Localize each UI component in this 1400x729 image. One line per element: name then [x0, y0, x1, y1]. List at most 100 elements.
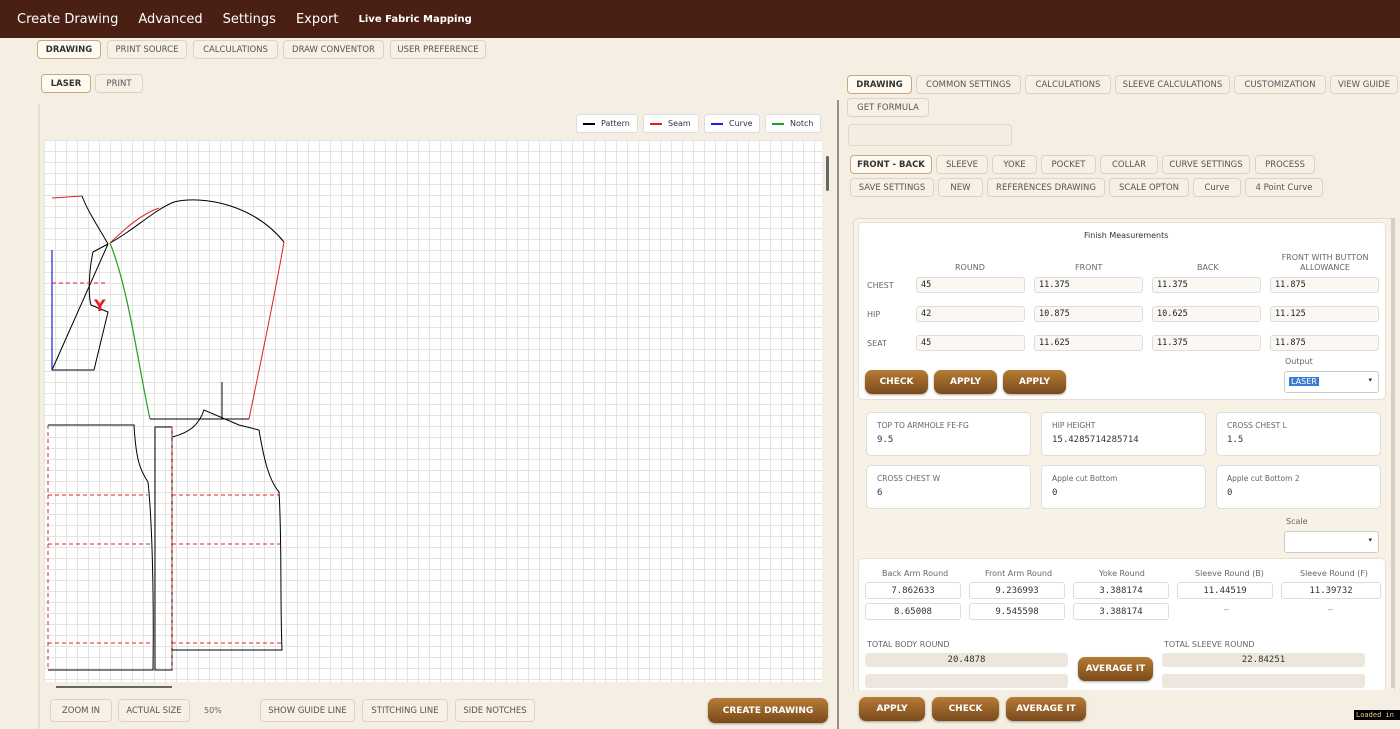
menu-export[interactable]: Export: [296, 12, 339, 27]
total-sleeve-round-label: TOTAL SLEEVE ROUND: [1164, 640, 1255, 649]
menu-advanced[interactable]: Advanced: [138, 12, 202, 27]
output-selected-value: LASER: [1289, 377, 1319, 386]
legend-pattern: Pattern: [576, 114, 638, 133]
subtab-4-point-curve[interactable]: 4 Point Curve: [1245, 178, 1323, 197]
subtab-save-settings[interactable]: SAVE SETTINGS: [850, 178, 934, 197]
menu-live-fabric-mapping[interactable]: Live Fabric Mapping: [359, 14, 472, 25]
side-notches-button[interactable]: SIDE NOTCHES: [455, 699, 535, 722]
card-apple-cut-bottom[interactable]: Apple cut Bottom 0: [1041, 465, 1206, 509]
subtab-pocket[interactable]: POCKET: [1041, 155, 1096, 174]
chest-front-input[interactable]: 11.375: [1034, 277, 1143, 293]
seat-round-input[interactable]: 45: [916, 335, 1025, 351]
card-apple-cut-bottom-2[interactable]: Apple cut Bottom 20: [1216, 465, 1381, 509]
tab-drawing[interactable]: DRAWING: [37, 40, 101, 59]
output-label: Output: [1285, 357, 1313, 366]
back-arm-round-value-2: 8.65008: [865, 603, 961, 620]
left-panel-border: [38, 104, 40, 729]
subtab-new[interactable]: NEW: [938, 178, 983, 197]
sleeve-round-b-value-1: 11.44519: [1177, 582, 1273, 599]
scale-select[interactable]: ▾: [1284, 531, 1379, 553]
hip-front-button-input[interactable]: 11.125: [1270, 306, 1379, 322]
header-back-arm-round: Back Arm Round: [882, 569, 949, 578]
right-tab-drawing[interactable]: DRAWING: [847, 75, 912, 94]
bottom-apply-button[interactable]: APPLY: [859, 697, 925, 721]
right-tab-customization[interactable]: CUSTOMIZATION: [1234, 75, 1326, 94]
card-cross-chest-w[interactable]: CROSS CHEST W6: [866, 465, 1031, 509]
chevron-down-icon: ▾: [1368, 536, 1372, 544]
subtab-curve[interactable]: Curve: [1193, 178, 1241, 197]
panel-splitter[interactable]: [837, 100, 839, 729]
seam-marker-y: Y: [93, 296, 106, 315]
vertical-scrollbar[interactable]: [826, 156, 829, 191]
row-label-hip: HIP: [867, 310, 881, 319]
yoke-round-value-2: 3.388174: [1073, 603, 1169, 620]
card-hip-height[interactable]: HIP HEIGHT 15.4285714285714: [1041, 412, 1206, 456]
show-guide-line-button[interactable]: SHOW GUIDE LINE: [260, 699, 355, 722]
tab-print-source[interactable]: PRINT SOURCE: [107, 40, 187, 59]
header-front-arm-round: Front Arm Round: [985, 569, 1053, 578]
front-arm-round-value-1: 9.236993: [969, 582, 1065, 599]
subtab-sleeve[interactable]: SLEEVE: [936, 155, 988, 174]
zoom-in-button[interactable]: ZOOM IN: [50, 699, 112, 722]
horizontal-scrollbar[interactable]: [56, 686, 172, 688]
total-sleeve-round-value: 22.84251: [1162, 653, 1365, 667]
drawing-canvas[interactable]: Y: [44, 140, 822, 682]
menu-settings[interactable]: Settings: [223, 12, 276, 27]
seat-front-input[interactable]: 11.625: [1034, 335, 1143, 351]
finish-measurements-title: Finish Measurements: [1084, 231, 1169, 240]
right-tab-sleeve-calculations[interactable]: SLEEVE CALCULATIONS: [1115, 75, 1230, 94]
right-tab-view-guide[interactable]: VIEW GUIDE: [1330, 75, 1398, 94]
total-sleeve-round-extra: [1162, 674, 1365, 688]
seat-back-input[interactable]: 11.375: [1152, 335, 1261, 351]
header-sleeve-round-f: Sleeve Round (F): [1300, 569, 1369, 578]
back-arm-round-value-1: 7.862633: [865, 582, 961, 599]
subtab-front-back[interactable]: FRONT - BACK: [850, 155, 932, 174]
apply-button-2[interactable]: APPLY: [1003, 370, 1066, 394]
apply-button[interactable]: APPLY: [934, 370, 997, 394]
total-body-round-label: TOTAL BODY ROUND: [867, 640, 950, 649]
bottom-average-it-button[interactable]: AVERAGE IT: [1006, 697, 1086, 721]
hip-front-input[interactable]: 10.875: [1034, 306, 1143, 322]
status-indicator: Loaded in: [1354, 710, 1400, 720]
subtab-curve-settings[interactable]: CURVE SETTINGS: [1162, 155, 1250, 174]
chest-back-input[interactable]: 11.375: [1152, 277, 1261, 293]
output-select[interactable]: LASER ▾: [1284, 371, 1379, 393]
seat-front-button-input[interactable]: 11.875: [1270, 335, 1379, 351]
bottom-check-button[interactable]: CHECK: [932, 697, 999, 721]
zoom-level: 50%: [204, 706, 222, 715]
chest-front-button-input[interactable]: 11.875: [1270, 277, 1379, 293]
subtab-references-drawing[interactable]: REFERENCES DRAWING: [987, 178, 1105, 197]
mode-print[interactable]: PRINT: [95, 74, 143, 93]
hip-back-input[interactable]: 10.625: [1152, 306, 1261, 322]
stitching-line-button[interactable]: STITCHING LINE: [362, 699, 448, 722]
right-tab-calculations[interactable]: CALCULATIONS: [1025, 75, 1111, 94]
actual-size-button[interactable]: ACTUAL SIZE: [118, 699, 190, 722]
pattern-drawing: Y: [47, 195, 285, 671]
card-top-to-armhole[interactable]: TOP TO ARMHOLE FE-FG 9.5: [866, 412, 1031, 456]
subtab-process[interactable]: PROCESS: [1255, 155, 1315, 174]
legend-notch: Notch: [765, 114, 821, 133]
average-it-button[interactable]: AVERAGE IT: [1078, 657, 1153, 681]
chest-round-input[interactable]: 45: [916, 277, 1025, 293]
header-sleeve-round-b: Sleeve Round (B): [1195, 569, 1264, 578]
subtab-collar[interactable]: COLLAR: [1100, 155, 1158, 174]
hip-round-input[interactable]: 42: [916, 306, 1025, 322]
legend-seam: Seam: [643, 114, 699, 133]
create-drawing-button[interactable]: CREATE DRAWING: [708, 698, 828, 723]
settings-scrollbar[interactable]: [1391, 218, 1395, 688]
header-round: ROUND: [955, 263, 985, 272]
tab-draw-conventor[interactable]: DRAW CONVENTOR: [283, 40, 384, 59]
menu-create-drawing[interactable]: Create Drawing: [17, 12, 118, 27]
right-tab-common-settings[interactable]: COMMON SETTINGS: [916, 75, 1021, 94]
subtab-yoke[interactable]: YOKE: [992, 155, 1037, 174]
formula-field[interactable]: [848, 124, 1012, 146]
check-button[interactable]: CHECK: [865, 370, 928, 394]
right-tab-get-formula[interactable]: GET FORMULA: [847, 98, 929, 117]
subtab-scale-option[interactable]: SCALE OPTON: [1109, 178, 1189, 197]
card-cross-chest-l[interactable]: CROSS CHEST L 1.5: [1216, 412, 1381, 456]
tab-calculations[interactable]: CALCULATIONS: [193, 40, 278, 59]
scale-label: Scale: [1286, 517, 1308, 526]
tab-user-preference[interactable]: USER PREFERENCE: [390, 40, 486, 59]
mode-laser[interactable]: LASER: [41, 74, 91, 93]
header-yoke-round: Yoke Round: [1099, 569, 1145, 578]
